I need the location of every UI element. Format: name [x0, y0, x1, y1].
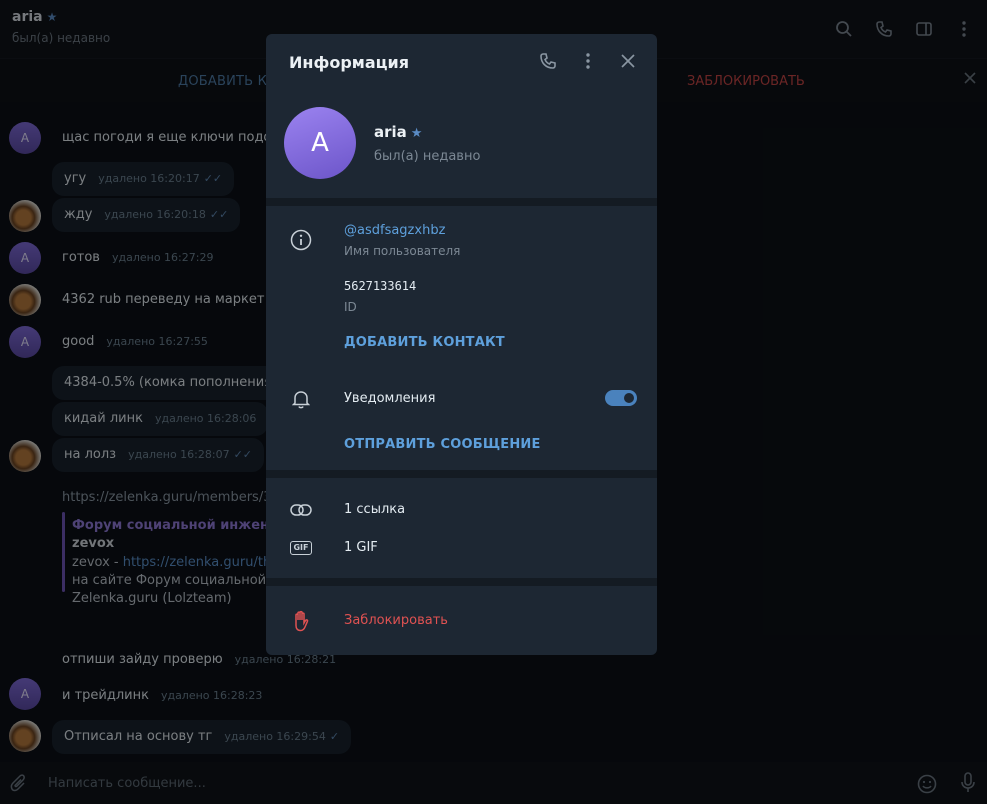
profile-name: aria ★	[374, 123, 423, 141]
notifications-toggle[interactable]	[605, 390, 637, 406]
profile-status: был(а) недавно	[374, 149, 481, 164]
premium-star-icon: ★	[410, 126, 423, 141]
username-label: Имя пользователя	[344, 244, 461, 258]
link-icon	[290, 499, 312, 521]
profile-avatar[interactable]: A	[284, 107, 356, 179]
username-value[interactable]: @asdfsagzxhbz	[344, 223, 445, 238]
info-icon	[290, 229, 312, 251]
notifications-label: Уведомления	[344, 391, 436, 406]
shared-gifs-item[interactable]: 1 GIF	[344, 540, 378, 555]
more-icon[interactable]	[577, 50, 599, 72]
dialog-title: Информация	[289, 53, 409, 72]
hand-stop-icon	[290, 610, 312, 632]
divider	[266, 198, 657, 206]
bell-icon	[290, 388, 312, 410]
user-info-dialog: Информация A aria ★ был(а) недавно @asdfs…	[266, 34, 657, 655]
send-message-button[interactable]: ОТПРАВИТЬ СООБЩЕНИЕ	[344, 437, 541, 452]
block-user-button[interactable]: Заблокировать	[344, 613, 448, 628]
close-icon[interactable]	[617, 50, 639, 72]
shared-links-item[interactable]: 1 ссылка	[344, 502, 405, 517]
phone-icon[interactable]	[537, 50, 559, 72]
id-value[interactable]: 5627133614	[344, 279, 416, 293]
id-label: ID	[344, 300, 357, 314]
gif-icon: GIF	[290, 537, 312, 559]
add-contact-button[interactable]: ДОБАВИТЬ КОНТАКТ	[344, 335, 505, 350]
divider	[266, 578, 657, 586]
divider	[266, 470, 657, 478]
